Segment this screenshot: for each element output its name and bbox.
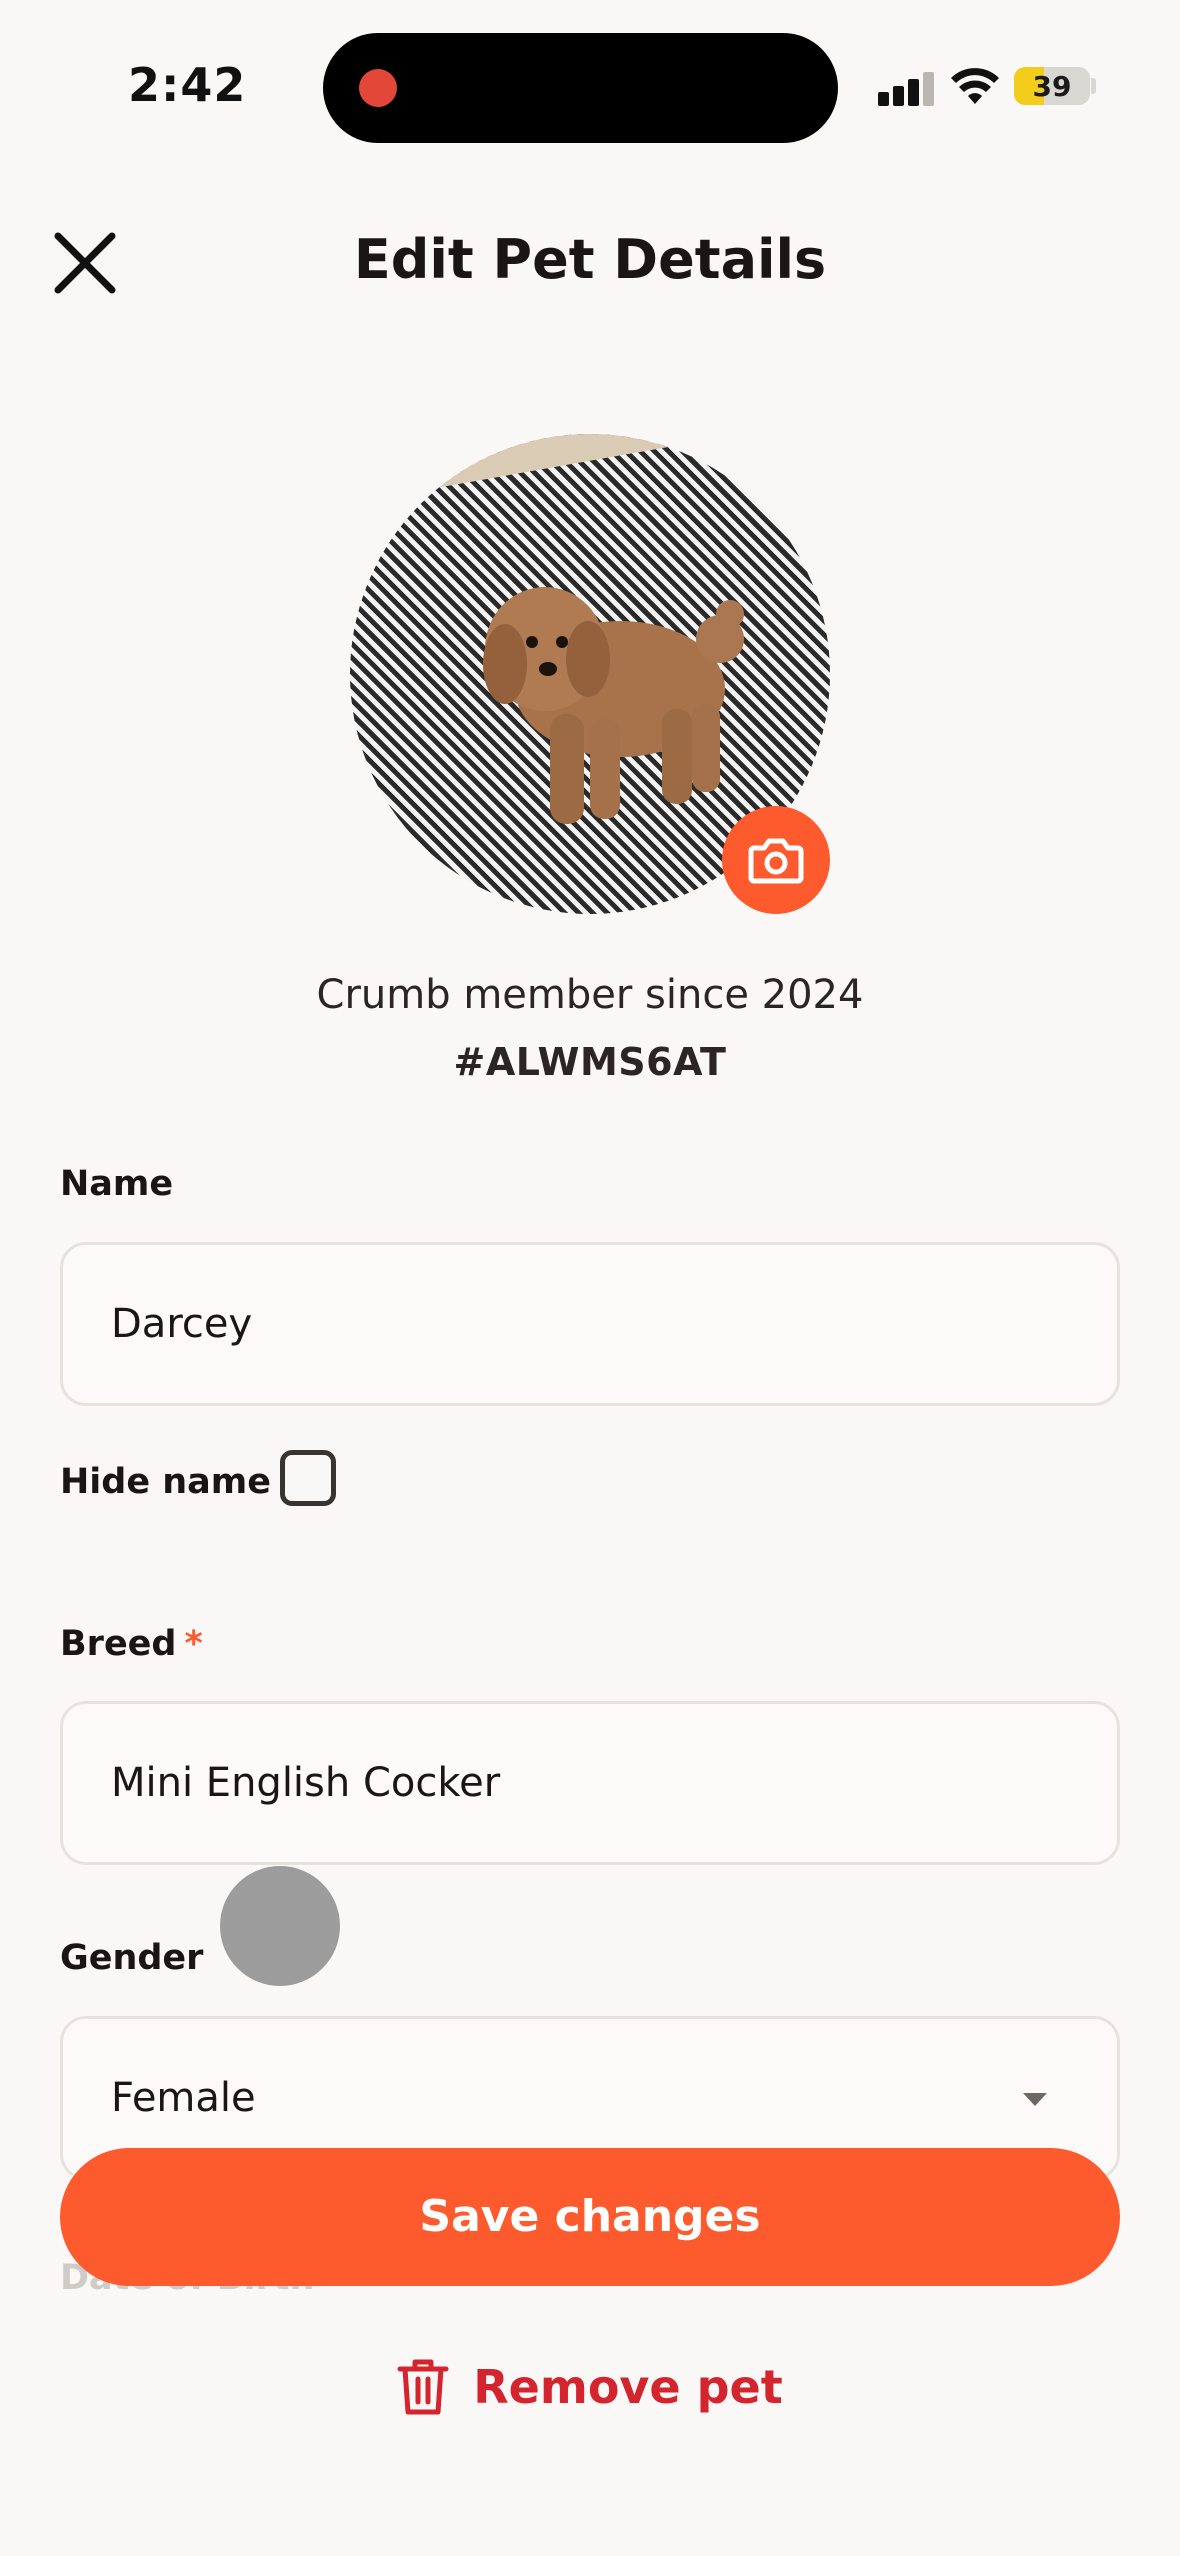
remove-pet-button[interactable]: Remove pet <box>0 2352 1180 2422</box>
breed-field[interactable]: Mini English Cocker <box>60 1701 1120 1865</box>
wifi-icon <box>951 68 999 104</box>
save-changes-button[interactable]: Save changes <box>60 2148 1120 2286</box>
trash-icon <box>397 2359 449 2415</box>
name-label: Name <box>60 1164 174 1204</box>
battery-percent: 39 <box>1032 70 1072 103</box>
member-since-text: Crumb member since 2024 <box>316 972 864 1018</box>
status-time: 2:42 <box>128 58 247 112</box>
name-field[interactable]: Darcey <box>60 1242 1120 1406</box>
dog-photo <box>483 587 744 824</box>
name-value: Darcey <box>111 1301 253 1347</box>
avatar-background-detail <box>408 434 732 492</box>
cellular-signal-icon <box>878 70 934 106</box>
remove-pet-label: Remove pet <box>473 2360 783 2414</box>
battery-tip <box>1091 78 1096 94</box>
page-title: Edit Pet Details <box>353 228 827 291</box>
hide-name-checkbox[interactable] <box>280 1450 336 1506</box>
chevron-down-icon <box>1023 2093 1047 2106</box>
gender-label: Gender <box>60 1938 204 1978</box>
battery-icon: 39 <box>1014 67 1090 105</box>
edit-pet-screen: 2:42 39 Edit Pet Details Crumb member si… <box>0 0 1180 2556</box>
breed-value: Mini English Cocker <box>111 1760 501 1806</box>
dynamic-island <box>323 33 838 143</box>
breed-label: Breed * <box>60 1624 203 1664</box>
required-marker: * <box>184 1624 203 1664</box>
hide-name-label: Hide name <box>60 1462 272 1502</box>
change-photo-button[interactable] <box>722 806 830 914</box>
recording-indicator-icon <box>359 69 397 107</box>
member-code: #ALWMS6AT <box>453 1040 727 1084</box>
touch-indicator <box>220 1866 340 1986</box>
camera-icon <box>748 838 804 884</box>
gender-value: Female <box>111 2075 256 2121</box>
breed-label-text: Breed <box>60 1624 177 1664</box>
